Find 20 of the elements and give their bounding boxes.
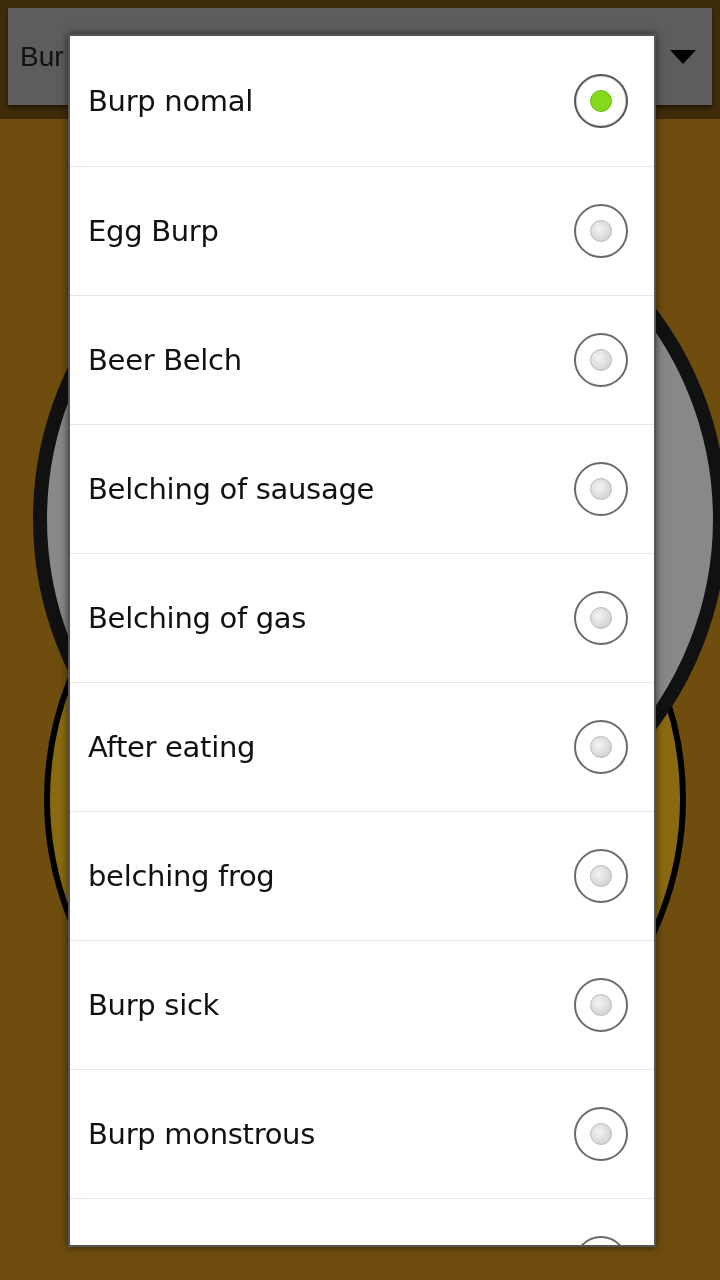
radio-button[interactable] <box>574 720 628 774</box>
option-label: belching frog <box>88 859 275 893</box>
radio-button[interactable] <box>574 591 628 645</box>
spinner-value: Bur <box>20 40 64 73</box>
radio-button[interactable] <box>574 1107 628 1161</box>
option-label: Burp nomal <box>88 84 254 118</box>
radio-button[interactable] <box>574 849 628 903</box>
radio-button[interactable] <box>574 462 628 516</box>
option-label: Beer Belch <box>88 343 242 377</box>
dropdown-arrow-icon <box>670 49 696 64</box>
radio-button[interactable] <box>574 333 628 387</box>
option-label: Belching of sausage <box>88 472 375 506</box>
option-label: Burp monstrous <box>88 1117 315 1151</box>
radio-button[interactable] <box>574 74 628 128</box>
option-label: Belching of gas <box>88 601 307 635</box>
radio-button[interactable] <box>574 204 628 258</box>
option-label: Burp sick <box>88 988 220 1022</box>
option-label: After eating <box>88 730 256 764</box>
option-label: Egg Burp <box>88 214 219 248</box>
radio-button[interactable] <box>574 978 628 1032</box>
